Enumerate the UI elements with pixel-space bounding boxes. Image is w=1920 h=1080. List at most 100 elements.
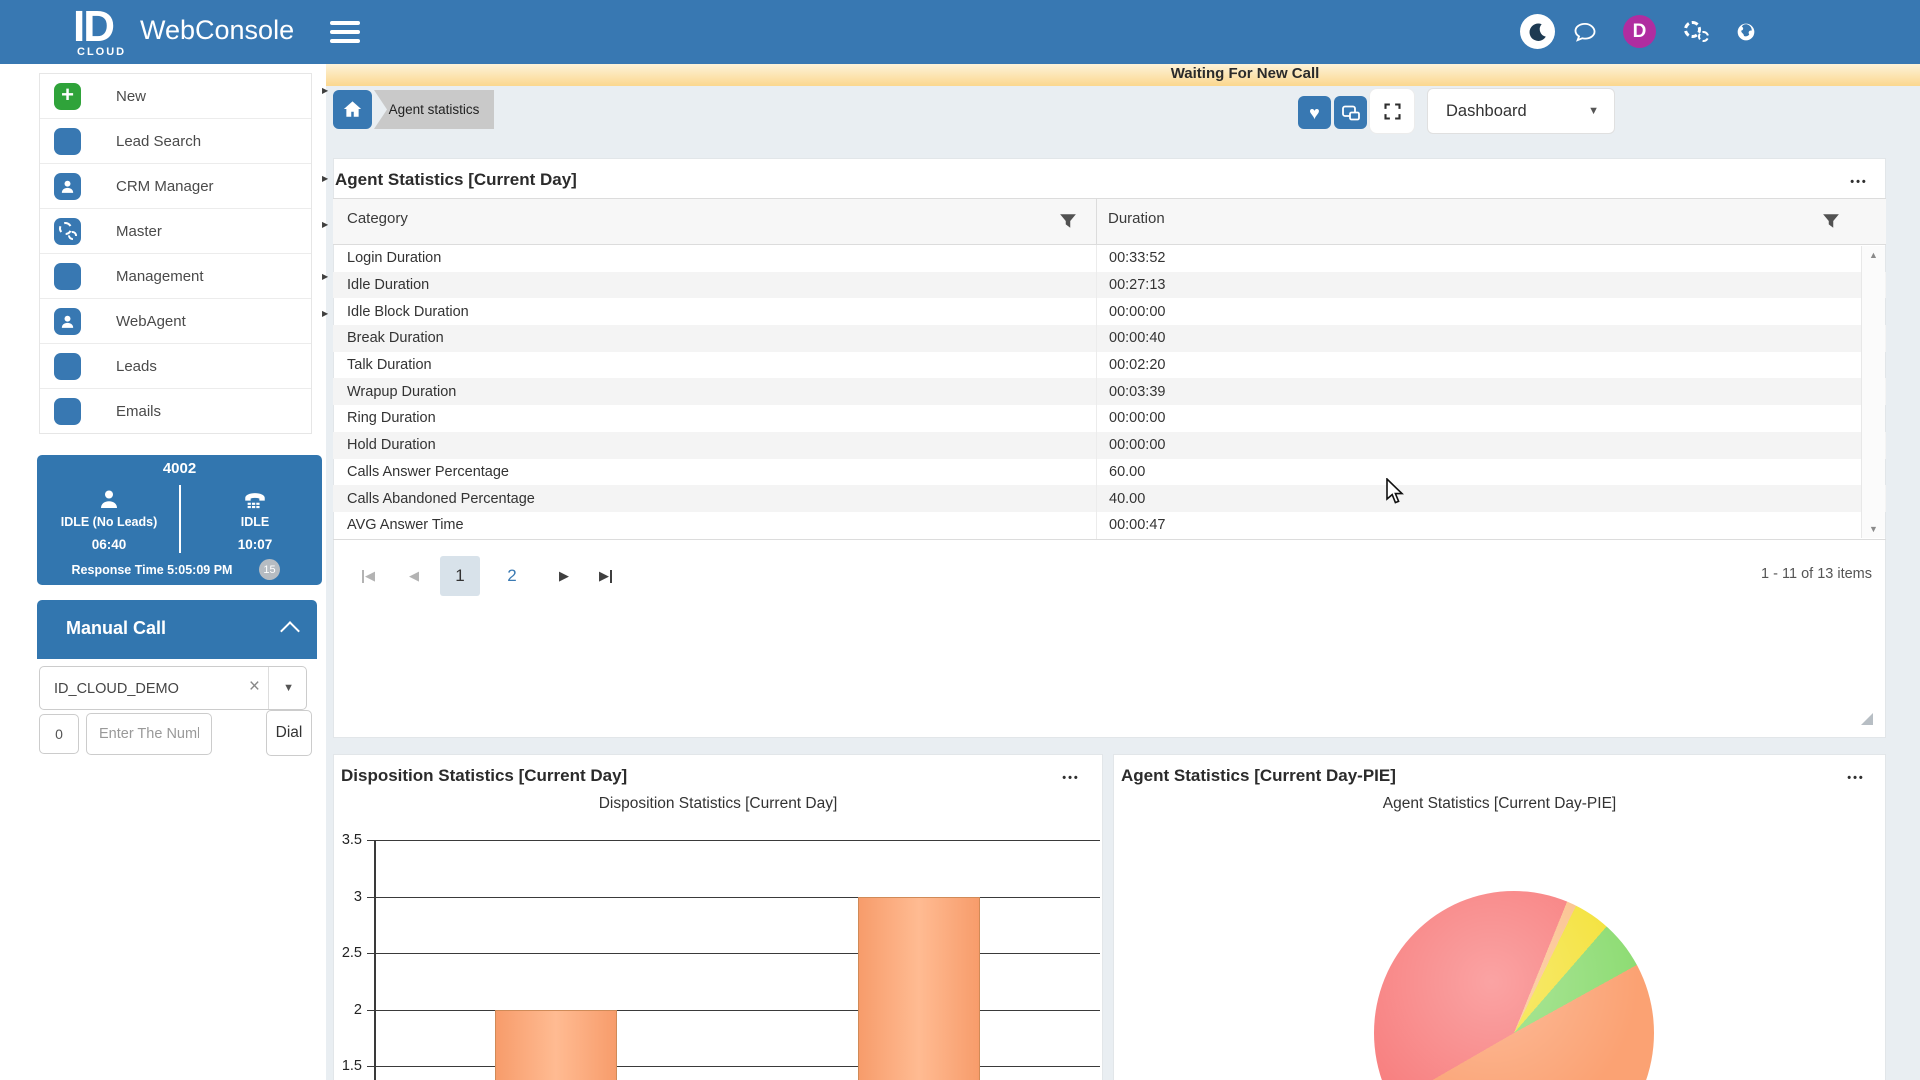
pie-chart-title: Agent Statistics [Current Day-PIE]: [1113, 795, 1886, 813]
home-button[interactable]: [333, 90, 372, 129]
pager-page-2[interactable]: 2: [492, 556, 532, 596]
filter-funnel-icon[interactable]: [1822, 212, 1840, 230]
table-row[interactable]: Idle Block Duration00:00:00: [333, 298, 1886, 325]
globe-icon[interactable]: [1736, 22, 1756, 42]
table-row[interactable]: Idle Duration00:27:13: [333, 272, 1886, 299]
resize-handle[interactable]: [1861, 713, 1873, 725]
table-row[interactable]: Break Duration00:00:40: [333, 325, 1886, 352]
cell-duration: 60.00: [1096, 459, 1886, 486]
table-row[interactable]: Calls Abandoned Percentage40.00: [333, 485, 1886, 512]
agent-status-panel: 4002 IDLE (No Leads) 06:40 IDLE 10:07 Re…: [37, 455, 322, 585]
sidebar-item-label: Master: [116, 223, 162, 240]
sidebar-item-label: CRM Manager: [116, 178, 214, 195]
cell-duration: 00:03:39: [1096, 378, 1886, 405]
table-row[interactable]: Wrapup Duration00:03:39: [333, 378, 1886, 405]
grid-rows: Login Duration00:33:52Idle Duration00:27…: [333, 245, 1886, 539]
splitter-arrow-icon[interactable]: ▶: [322, 174, 332, 186]
column-header-duration[interactable]: Duration: [1108, 210, 1165, 227]
pager-prev-button[interactable]: ◀: [394, 556, 434, 596]
sidebar-item-webagent[interactable]: WebAgent: [40, 299, 311, 344]
table-row[interactable]: AVG Answer Time00:00:47: [333, 512, 1886, 539]
cell-category: Calls Answer Percentage: [333, 459, 1096, 486]
settings-gears-icon[interactable]: [1684, 19, 1712, 45]
dashboard-dropdown-value: Dashboard: [1446, 102, 1527, 121]
square-icon: [54, 398, 81, 425]
sidebar-menu: +NewLead Search CRM Manager Master Manageme…: [39, 73, 312, 434]
splitter-arrow-icon[interactable]: ▶: [322, 220, 332, 232]
bar-segment[interactable]: [858, 897, 980, 1080]
response-time: Response Time 5:05:09 PM: [37, 563, 267, 577]
sidebar-item-master[interactable]: Master: [40, 209, 311, 254]
scroll-up-icon[interactable]: ▲: [1862, 250, 1885, 260]
avatar[interactable]: D: [1623, 15, 1656, 48]
table-row[interactable]: Ring Duration00:00:00: [333, 405, 1886, 432]
campaign-input[interactable]: [52, 667, 246, 711]
cell-duration: 00:00:00: [1096, 405, 1886, 432]
windows-button[interactable]: [1334, 96, 1367, 129]
home-icon: [341, 98, 364, 121]
person-icon: [89, 487, 129, 516]
more-options-button[interactable]: •••: [1058, 772, 1084, 788]
chat-icon[interactable]: [1572, 19, 1598, 45]
breadcrumb-tab[interactable]: Agent statistics: [374, 90, 494, 129]
cell-duration: 00:00:00: [1096, 432, 1886, 459]
panel-title: Disposition Statistics [Current Day]: [341, 766, 627, 786]
cell-category: Calls Abandoned Percentage: [333, 485, 1096, 512]
sidebar-item-lead-search[interactable]: Lead Search: [40, 119, 311, 164]
manual-call-title: Manual Call: [66, 618, 166, 639]
more-options-button[interactable]: •••: [1843, 772, 1869, 788]
sidebar-item-crm-manager[interactable]: CRM Manager: [40, 164, 311, 209]
sidebar-item-management[interactable]: Management: [40, 254, 311, 299]
clear-x-icon[interactable]: ×: [249, 676, 260, 698]
square-icon: [54, 128, 81, 155]
sidebar-item-label: Emails: [116, 403, 161, 420]
manual-call-header[interactable]: Manual Call: [37, 600, 317, 659]
table-row[interactable]: Calls Answer Percentage60.00: [333, 459, 1886, 486]
dashboard-dropdown[interactable]: Dashboard ▼: [1427, 88, 1615, 134]
logo-cloud: CLOUD: [77, 46, 126, 58]
sidebar-item-label: New: [116, 88, 146, 105]
phone-number-field[interactable]: [86, 713, 212, 755]
agent-right-time: 10:07: [185, 537, 325, 552]
column-header-category[interactable]: Category: [347, 210, 408, 227]
pager-next-button[interactable]: ▶: [544, 556, 584, 596]
cell-category: Login Duration: [333, 245, 1096, 272]
cell-duration: 00:33:52: [1096, 245, 1886, 272]
dial-button[interactable]: Dial: [266, 710, 312, 756]
sidebar-item-new[interactable]: +New: [40, 74, 311, 119]
filter-funnel-icon[interactable]: [1059, 212, 1077, 230]
agent-extension: 4002: [37, 460, 322, 477]
table-row[interactable]: Talk Duration00:02:20: [333, 352, 1886, 379]
fullscreen-button[interactable]: [1369, 88, 1415, 134]
pager-last-button[interactable]: ▶: [586, 556, 626, 596]
sidebar-item-emails[interactable]: Emails: [40, 389, 311, 433]
square-icon: [54, 353, 81, 380]
bar-segment[interactable]: [495, 1010, 617, 1080]
dark-mode-moon-icon[interactable]: [1520, 14, 1555, 49]
cell-duration: 00:27:13: [1096, 272, 1886, 299]
splitter-arrow-icon[interactable]: ▶: [322, 86, 332, 98]
cell-category: Break Duration: [333, 325, 1096, 352]
chevron-down-icon[interactable]: ▼: [283, 682, 294, 694]
more-options-button[interactable]: •••: [1846, 176, 1872, 192]
refresh-icon[interactable]: [337, 560, 355, 578]
table-row[interactable]: Login Duration00:33:52: [333, 245, 1886, 272]
cell-duration: 00:00:40: [1096, 325, 1886, 352]
table-row[interactable]: Hold Duration00:00:00: [333, 432, 1886, 459]
hamburger-menu-icon[interactable]: [330, 21, 360, 43]
splitter-arrow-icon[interactable]: ▶: [322, 272, 332, 284]
scroll-down-icon[interactable]: ▼: [1862, 524, 1885, 534]
pager-page-1[interactable]: 1: [440, 556, 480, 596]
chevron-up-icon[interactable]: [280, 621, 300, 641]
vertical-scrollbar[interactable]: ▲ ▼: [1861, 246, 1885, 538]
campaign-combobox[interactable]: × ▼: [39, 666, 307, 710]
splitter-arrow-icon[interactable]: ▶: [322, 309, 332, 321]
cell-category: Talk Duration: [333, 352, 1096, 379]
divider: [179, 485, 181, 553]
favorite-button[interactable]: ♥: [1298, 96, 1331, 129]
prefix-field[interactable]: [39, 714, 79, 754]
phone-icon: [235, 487, 275, 518]
logo-product: WebConsole: [140, 15, 294, 46]
sidebar-item-leads[interactable]: Leads: [40, 344, 311, 389]
bar-chart-title: Disposition Statistics [Current Day]: [333, 795, 1103, 813]
